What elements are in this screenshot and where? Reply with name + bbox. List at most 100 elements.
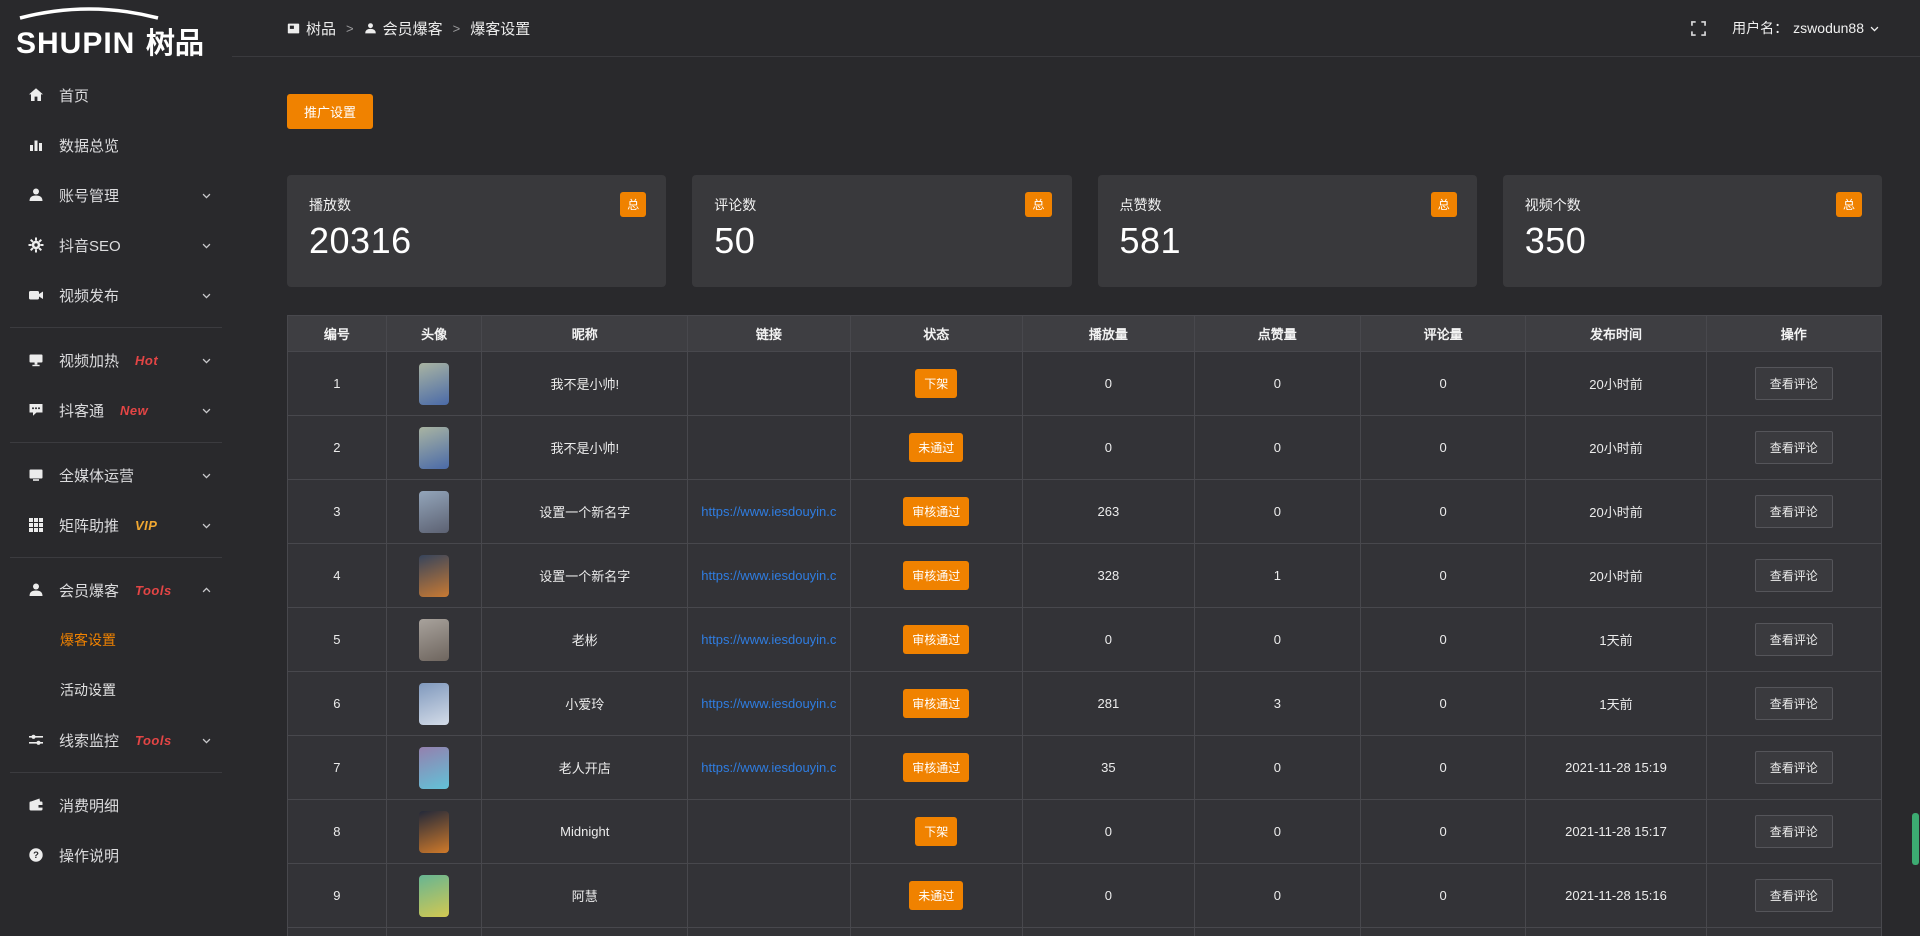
video-link[interactable]	[688, 352, 851, 416]
avatar	[419, 875, 449, 917]
row-id-cell: 4	[288, 544, 387, 608]
avatar	[419, 491, 449, 533]
user-menu[interactable]: 用户名： zswodun88	[1732, 18, 1880, 38]
stat-card-likes: 点赞数 总 581	[1098, 175, 1477, 287]
view-comments-button[interactable]: 查看评论	[1755, 623, 1833, 656]
status-badge: 审核通过	[903, 689, 969, 718]
video-link[interactable]	[688, 928, 851, 936]
breadcrumb-separator: >	[346, 21, 354, 36]
sidebar-item-label: 线索监控	[59, 730, 119, 751]
plays-cell: 0	[1022, 864, 1194, 928]
likes-cell	[1194, 928, 1360, 936]
sidebar-item-label: 消费明细	[59, 795, 119, 816]
view-comments-button[interactable]: 查看评论	[1755, 559, 1833, 592]
status-cell: 下架	[850, 352, 1022, 416]
view-comments-button[interactable]: 查看评论	[1755, 431, 1833, 464]
avatar-cell	[386, 800, 482, 864]
username-value: zswodun88	[1793, 20, 1864, 36]
breadcrumb-item-member-baoke[interactable]: 会员爆客	[364, 18, 443, 39]
comments-cell: 0	[1360, 864, 1526, 928]
avatar	[419, 747, 449, 789]
stat-card-videos: 视频个数 总 350	[1503, 175, 1882, 287]
status-badge: 未通过	[909, 433, 963, 462]
sidebar-item-clue-monitor[interactable]: 线索监控 Tools	[0, 715, 232, 765]
sidebar-item-video-heat[interactable]: 视频加热 Hot	[0, 335, 232, 385]
action-cell: 查看评论	[1706, 736, 1881, 800]
video-link[interactable]	[688, 864, 851, 928]
view-comments-button[interactable]: 查看评论	[1755, 367, 1833, 400]
plays-cell: 263	[1022, 480, 1194, 544]
sidebar-item-video-publish[interactable]: 视频发布	[0, 270, 232, 320]
wallet-icon	[27, 796, 45, 814]
nickname-cell: 我不是小帅!	[482, 416, 688, 480]
publish-time-cell: 20小时前	[1526, 352, 1706, 416]
scrollbar-thumb[interactable]	[1912, 813, 1919, 865]
breadcrumb-label: 会员爆客	[383, 18, 443, 39]
sidebar-item-account-mgmt[interactable]: 账号管理	[0, 170, 232, 220]
row-id-cell: 3	[288, 480, 387, 544]
video-link[interactable]: https://www.iesdouyin.c	[688, 608, 851, 672]
video-link[interactable]	[688, 416, 851, 480]
table-body: 1 我不是小帅! 下架 0 0 0 20小时前 查看评论	[288, 352, 1882, 936]
chevron-down-icon	[201, 240, 212, 251]
sidebar-item-media-operation[interactable]: 全媒体运营	[0, 450, 232, 500]
avatar	[419, 427, 449, 469]
tools-badge: Tools	[135, 583, 172, 598]
logo-arc-icon	[14, 6, 164, 20]
breadcrumb-item-shupin[interactable]: 树品	[287, 18, 336, 39]
sidebar-item-help[interactable]: ? 操作说明	[0, 830, 232, 880]
bar-chart-icon	[27, 136, 45, 154]
sidebar-item-label: 视频发布	[59, 285, 119, 306]
video-link[interactable]: https://www.iesdouyin.c	[688, 544, 851, 608]
sidebar-item-baoke-settings[interactable]: 爆客设置	[0, 615, 232, 665]
avatar	[419, 555, 449, 597]
sidebar-item-activity-settings[interactable]: 活动设置	[0, 665, 232, 715]
video-link[interactable]: https://www.iesdouyin.c	[688, 672, 851, 736]
sidebar-item-label: 账号管理	[59, 185, 119, 206]
avatar	[419, 619, 449, 661]
avatar-cell	[386, 736, 482, 800]
view-comments-button[interactable]: 查看评论	[1755, 879, 1833, 912]
view-comments-button[interactable]: 查看评论	[1755, 495, 1833, 528]
view-comments-button[interactable]: 查看评论	[1755, 687, 1833, 720]
status-cell: 未通过	[850, 416, 1022, 480]
sidebar-item-label: 抖客通	[59, 400, 104, 421]
plays-cell: 281	[1022, 672, 1194, 736]
stat-value: 350	[1525, 220, 1862, 262]
column-header: 头像	[386, 316, 482, 352]
app-logo[interactable]: SHUPIN 树品	[0, 0, 232, 62]
view-comments-button[interactable]: 查看评论	[1755, 751, 1833, 784]
table-row: 1 我不是小帅! 下架 0 0 0 20小时前 查看评论	[288, 352, 1882, 416]
dashboard-icon	[287, 22, 300, 35]
comments-cell: 0	[1360, 416, 1526, 480]
stat-label: 评论数	[714, 192, 756, 215]
chevron-down-icon	[201, 735, 212, 746]
video-link[interactable]: https://www.iesdouyin.c	[688, 480, 851, 544]
video-link[interactable]	[688, 800, 851, 864]
video-link[interactable]: https://www.iesdouyin.c	[688, 736, 851, 800]
logo-text-cn: 树品	[146, 28, 204, 60]
row-id-cell: 9	[288, 864, 387, 928]
menu-divider	[10, 442, 222, 443]
sidebar-item-douyin-seo[interactable]: 抖音SEO	[0, 220, 232, 270]
hot-badge: Hot	[135, 353, 158, 368]
sidebar-item-home[interactable]: 首页	[0, 70, 232, 120]
sidebar-item-matrix-boost[interactable]: 矩阵助推 VIP	[0, 500, 232, 550]
likes-cell: 1	[1194, 544, 1360, 608]
promotion-settings-button[interactable]: 推广设置	[287, 94, 373, 129]
status-badge: 审核通过	[903, 753, 969, 782]
sidebar-item-spend-details[interactable]: 消费明细	[0, 780, 232, 830]
chat-bubble-icon	[27, 401, 45, 419]
sidebar-item-label: 数据总览	[59, 135, 119, 156]
sliders-icon	[27, 731, 45, 749]
fullscreen-icon[interactable]	[1691, 21, 1706, 36]
chevron-down-icon	[201, 470, 212, 481]
column-header: 评论量	[1360, 316, 1526, 352]
new-badge: New	[120, 403, 148, 418]
view-comments-button[interactable]: 查看评论	[1755, 815, 1833, 848]
sidebar-item-data-overview[interactable]: 数据总览	[0, 120, 232, 170]
status-cell: 审核通过	[850, 544, 1022, 608]
sidebar-item-member-baoke[interactable]: 会员爆客 Tools	[0, 565, 232, 615]
sidebar-item-douketong[interactable]: 抖客通 New	[0, 385, 232, 435]
sidebar-item-label: 操作说明	[59, 845, 119, 866]
